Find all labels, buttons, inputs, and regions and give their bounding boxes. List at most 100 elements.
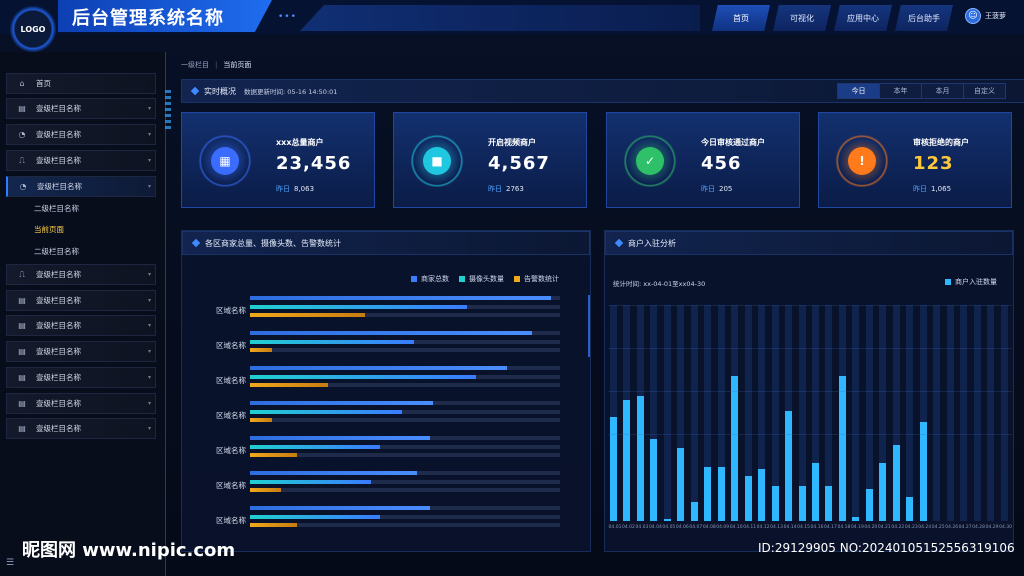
collapse-icon[interactable]: ☰: [6, 558, 14, 568]
x-tick-label: 04.05: [662, 525, 676, 530]
bar-04.07[interactable]: [690, 501, 698, 521]
menu-item-icon: ⎍: [19, 269, 25, 279]
camera-bar: [250, 514, 381, 519]
sidebar-item-label: 壹级栏目名称: [36, 156, 81, 165]
sidebar-item-4[interactable]: ◔ 壹级栏目名称 ▾: [6, 176, 156, 197]
stat-icon: ■: [423, 147, 451, 175]
nav-app-center[interactable]: 应用中心: [834, 5, 892, 31]
bar-04.08[interactable]: [704, 467, 712, 521]
nav-assistant[interactable]: 后台助手: [895, 5, 953, 31]
sidebar-item-9[interactable]: ▤ 壹级栏目名称 ▾: [6, 367, 156, 388]
sidebar-item-label: 壹级栏目名称: [36, 321, 81, 330]
chevron-down-icon: ▾: [147, 105, 151, 112]
x-tick-label: 04.09: [716, 525, 730, 530]
bar-04.04[interactable]: [650, 438, 658, 521]
sidebar-item-3[interactable]: ⎍ 壹级栏目名称 ▾: [6, 150, 156, 171]
bar-04.15[interactable]: [798, 486, 806, 521]
sidebar-item-8[interactable]: ▤ 壹级栏目名称 ▾: [6, 341, 156, 362]
breadcrumb-level1[interactable]: 一级栏目: [181, 61, 209, 69]
camera-bar: [250, 339, 415, 344]
stat-label: xxx总量商户: [276, 138, 324, 147]
sidebar-item-7[interactable]: ▤ 壹级栏目名称 ▾: [6, 315, 156, 336]
bar-04.06[interactable]: [677, 447, 685, 521]
sidebar-item-label: 壹级栏目名称: [36, 399, 81, 408]
bar-04.13[interactable]: [771, 486, 779, 521]
bar-04.05[interactable]: [663, 518, 671, 521]
sidebar-item-0[interactable]: ⌂ 首页: [6, 73, 156, 94]
bar-04.03[interactable]: [636, 395, 644, 521]
bar-04.22[interactable]: [892, 445, 900, 521]
sidebar-subitem-2[interactable]: 二级栏目名称: [34, 246, 79, 257]
user-icon: ☺: [965, 8, 981, 24]
tab-custom[interactable]: 自定义: [963, 83, 1006, 99]
stat-card-ring: !: [833, 135, 891, 187]
menu-item-icon: ◔: [19, 182, 27, 191]
dashboard-root: 后台管理系统名称 ••• 首页 可视化 应用中心 后台助手 ☺ 王菠萝 LOGO…: [0, 0, 1024, 576]
region-stats-title-bar: 各区商家总量、摄像头数、告警数统计: [182, 231, 590, 255]
diamond-icon: [190, 86, 200, 96]
scrollbar[interactable]: [588, 295, 590, 357]
stat-yesterday: 昨日 1,065: [913, 184, 951, 194]
bar-background: [933, 305, 941, 521]
region-label: 区域名称: [216, 481, 246, 490]
menu-item-icon: ▤: [18, 321, 26, 330]
stat-value: 456: [701, 153, 742, 174]
yesterday-label: 昨日: [276, 185, 290, 193]
bar-04.19[interactable]: [852, 516, 860, 521]
bar-background: [663, 305, 671, 521]
x-tick-label: 04.07: [689, 525, 703, 530]
stat-card-1: ■ 开启视频商户 4,567 昨日 2763: [393, 112, 587, 208]
header-strip: [300, 5, 700, 31]
yesterday-value: 8,063: [294, 185, 315, 193]
camera-bar: [250, 374, 477, 379]
x-tick-label: 04.28: [972, 525, 986, 530]
menu-item-icon: ▤: [18, 373, 26, 382]
overview-title: 实时概况: [204, 86, 236, 96]
region-label: 区域名称: [216, 411, 246, 420]
app-title: 后台管理系统名称: [72, 8, 224, 29]
bar-04.20[interactable]: [865, 488, 873, 521]
sidebar-item-5[interactable]: ⎍ 壹级栏目名称 ▾: [6, 264, 156, 285]
bar-04.24[interactable]: [919, 421, 927, 521]
bar-04.11[interactable]: [744, 475, 752, 521]
bar-04.02[interactable]: [623, 400, 631, 521]
sidebar-item-11[interactable]: ▤ 壹级栏目名称 ▾: [6, 418, 156, 439]
sidebar-item-label: 首页: [36, 79, 51, 88]
sidebar-item-6[interactable]: ▤ 壹级栏目名称 ▾: [6, 290, 156, 311]
bar-04.14[interactable]: [785, 410, 793, 521]
logo[interactable]: LOGO: [10, 6, 56, 52]
user-menu[interactable]: ☺ 王菠萝: [965, 8, 1006, 24]
chart-legend: 商户入驻数量: [945, 277, 997, 287]
bar-04.23[interactable]: [906, 497, 914, 521]
tab-today[interactable]: 今日: [837, 83, 880, 99]
sidebar-item-10[interactable]: ▤ 壹级栏目名称 ▾: [6, 393, 156, 414]
x-tick-label: 04.22: [891, 525, 905, 530]
bar-04.17[interactable]: [825, 486, 833, 521]
x-tick-label: 04.13: [770, 525, 784, 530]
sidebar-subitem-1[interactable]: 当前页面: [34, 224, 64, 235]
period-tabs: 今日 本年 本月 自定义: [837, 83, 1006, 99]
tab-year[interactable]: 本年: [879, 83, 922, 99]
chevron-down-icon: ▾: [147, 348, 151, 355]
alarm-bar: [250, 348, 272, 352]
sidebar-item-1[interactable]: ▤ 壹级栏目名称 ▾: [6, 98, 156, 119]
yesterday-label: 昨日: [913, 185, 927, 193]
sidebar-item-2[interactable]: ◔ 壹级栏目名称 ▾: [6, 124, 156, 145]
sidebar-subitem-0[interactable]: 二级栏目名称: [34, 203, 79, 214]
x-tick-label: 04.21: [877, 525, 891, 530]
tab-month[interactable]: 本月: [921, 83, 964, 99]
nav-home[interactable]: 首页: [712, 5, 770, 31]
x-tick-label: 04.25: [931, 525, 945, 530]
bar-04.16[interactable]: [812, 462, 819, 521]
bar-04.12[interactable]: [758, 469, 766, 521]
bar-04.09[interactable]: [717, 467, 725, 521]
region-legend: 商家总数 摄像头数量 告警数统计: [411, 274, 559, 284]
camera-bar: [250, 304, 467, 309]
bar-04.21[interactable]: [879, 462, 887, 521]
bar-04.18[interactable]: [838, 376, 846, 521]
bar-04.01[interactable]: [610, 417, 617, 521]
bar-04.10[interactable]: [731, 376, 739, 521]
camera-bar: [250, 444, 381, 449]
dots-decoration: •••: [278, 12, 297, 22]
nav-visualization[interactable]: 可视化: [773, 5, 831, 31]
